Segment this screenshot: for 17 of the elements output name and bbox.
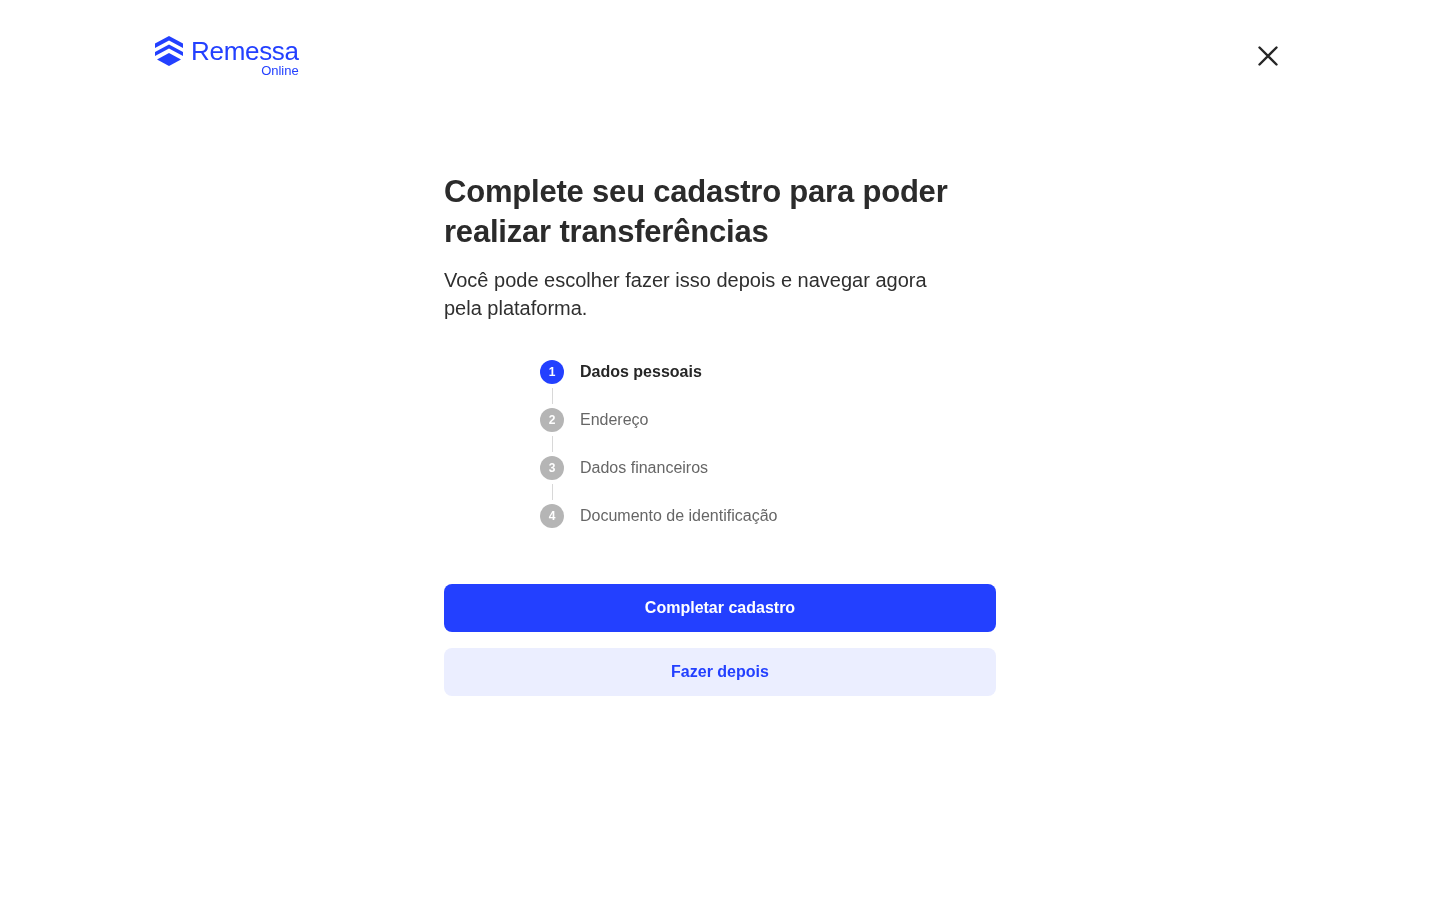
step-number: 3 xyxy=(540,456,564,480)
complete-registration-button[interactable]: Completar cadastro xyxy=(444,584,996,632)
step-label: Dados pessoais xyxy=(580,362,702,382)
step-number: 1 xyxy=(540,360,564,384)
step-label: Endereço xyxy=(580,410,649,430)
step-number: 2 xyxy=(540,408,564,432)
step-label: Documento de identificação xyxy=(580,506,778,526)
logo-wordmark: Remessa xyxy=(191,38,299,64)
page-title: Complete seu cadastro para poder realizar transferências xyxy=(444,173,949,251)
close-icon xyxy=(1258,46,1278,66)
logo-tagline: Online xyxy=(260,64,299,77)
do-later-button[interactable]: Fazer depois xyxy=(444,648,996,696)
step-label: Dados financeiros xyxy=(580,458,709,478)
logo-icon xyxy=(155,36,183,66)
step-number: 4 xyxy=(540,504,564,528)
page-subtitle: Você pode escolher fazer isso depois e navegar agora pela plataforma. xyxy=(444,268,928,321)
close-button[interactable] xyxy=(1258,46,1278,66)
